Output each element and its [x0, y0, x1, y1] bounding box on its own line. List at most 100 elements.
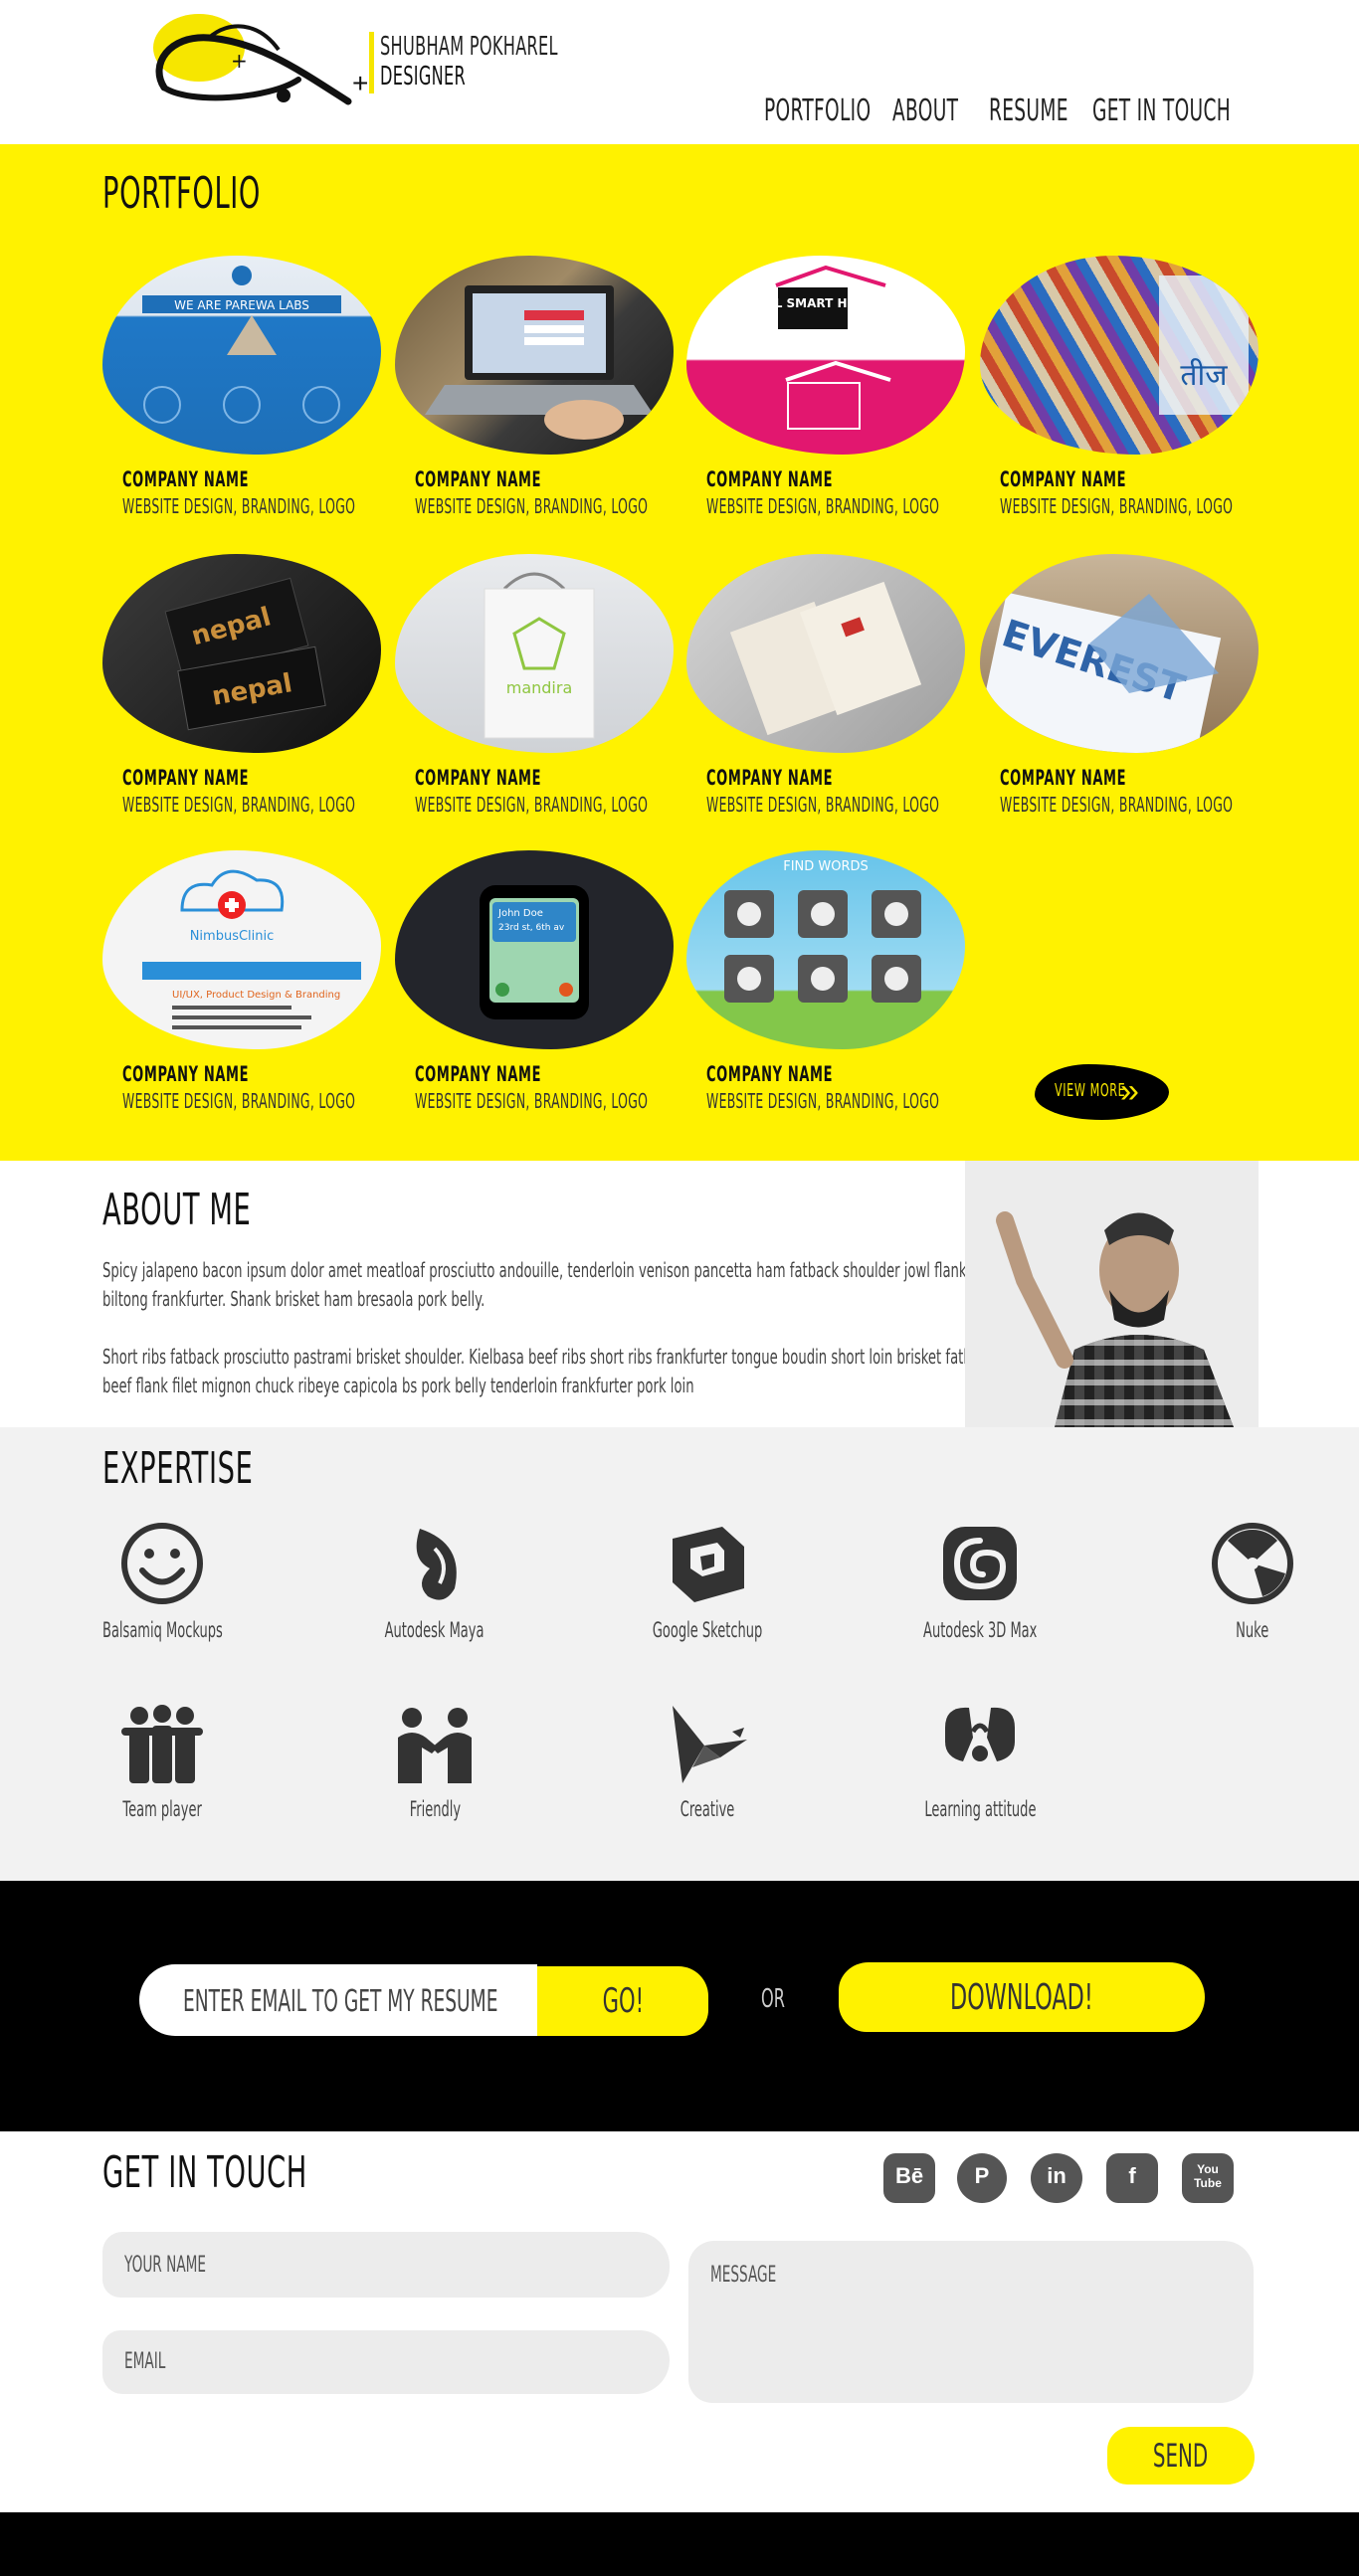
resume-section: ENTER EMAIL TO GET MY RESUME GO! OR DOWN…	[0, 1881, 1359, 2131]
profile-photo-illustration	[965, 1161, 1259, 1427]
facebook-icon[interactable]: f	[1106, 2153, 1158, 2203]
friendly-icon	[398, 1708, 472, 1783]
name-field[interactable]	[102, 2232, 670, 2298]
skill-label: Balsamiq Mockups	[101, 1618, 223, 1642]
svg-text:WE ARE PAREWA LABS: WE ARE PAREWA LABS	[174, 298, 309, 312]
brand-role: DESIGNER	[380, 62, 467, 92]
parewa-thumb-art: WE ARE PAREWA LABS	[142, 266, 341, 424]
portfolio-card[interactable]: COMPANY NAME WEBSITE DESIGN, BRANDING, L…	[686, 554, 965, 823]
portfolio-thumbnail[interactable]: nepal nepal	[102, 554, 381, 753]
skill-friendly: Friendly	[310, 1698, 549, 1847]
svg-text:mandira: mandira	[506, 678, 573, 697]
message-field[interactable]	[688, 2241, 1254, 2403]
skill-3dmax: Autodesk 3D Max	[856, 1519, 1094, 1668]
portfolio-thumbnail[interactable]: तीज	[980, 256, 1259, 455]
portfolio-card[interactable]: COMPANY NAME WEBSITE DESIGN, BRANDING, L…	[395, 256, 674, 524]
portfolio-company-name: COMPANY NAME	[706, 1062, 834, 1086]
site-footer	[0, 2512, 1359, 2576]
skill-label: Team player	[122, 1797, 202, 1821]
skill-creative: Creative	[583, 1698, 822, 1847]
youtube-icon[interactable]: You Tube	[1182, 2153, 1234, 2203]
team-icon	[121, 1705, 203, 1783]
download-resume-button[interactable]: DOWNLOAD!	[839, 1962, 1205, 2032]
nav-about[interactable]: ABOUT	[892, 93, 999, 128]
portfolio-card[interactable]: तीज COMPANY NAME WEBSITE DESIGN, BRANDIN…	[980, 256, 1259, 524]
portfolio-company-name: COMPANY NAME	[122, 1062, 250, 1086]
portfolio-tags: WEBSITE DESIGN, BRANDING, LOGO	[706, 1089, 940, 1113]
teej-thumb-art: तीज	[1159, 276, 1249, 415]
svg-text:तीज: तीज	[1180, 358, 1228, 393]
skill-learning-attitude: Learning attitude	[856, 1698, 1094, 1847]
smiley-icon	[121, 1523, 203, 1604]
portfolio-company-name: COMPANY NAME	[122, 467, 250, 491]
site-header: + + SHUBHAM POKHAREL DESIGNER PORTFOLIO …	[0, 0, 1359, 144]
skill-label: Autodesk Maya	[385, 1618, 485, 1642]
expertise-section: EXPERTISE Balsamiq Mockups Autodesk Maya…	[0, 1427, 1359, 1881]
portfolio-thumbnail[interactable]: mandira	[395, 554, 674, 753]
portfolio-card[interactable]: NimbusClinic UI/UX, Product Design & Bra…	[102, 850, 381, 1119]
portfolio-thumbnail[interactable]: John Doe 23rd st, 6th av	[395, 850, 674, 1049]
portfolio-thumbnail[interactable]: FIND WORDS	[686, 850, 965, 1049]
svg-text:UI/UX, Product Design & Brandi: UI/UX, Product Design & Branding	[172, 990, 340, 1001]
skill-label: Friendly	[409, 1797, 461, 1821]
portfolio-company-name: COMPANY NAME	[706, 467, 834, 491]
portfolio-card[interactable]: nepal nepal COMPANY NAME WEBSITE DESIGN,…	[102, 554, 381, 823]
laptop-thumb-art	[425, 285, 654, 440]
portfolio-card[interactable]: NEPAL SMART HOMES COMPANY NAME WEBSITE D…	[686, 256, 965, 524]
resume-email-input[interactable]	[139, 1964, 537, 2036]
go-button[interactable]: GO!	[537, 1966, 708, 2036]
findwords-thumb-art: FIND WORDS	[724, 859, 921, 1003]
skill-sketchup: Google Sketchup	[583, 1519, 822, 1668]
portfolio-card[interactable]: FIND WORDS COMPANY NAME WEBSITE DESIGN, …	[686, 850, 965, 1119]
about-title: ABOUT ME	[102, 1185, 252, 1235]
smarthomes-thumb-art: NEPAL SMART HOMES	[739, 265, 891, 430]
svg-text:John Doe: John Doe	[497, 908, 543, 919]
logo-icon[interactable]: +	[149, 10, 358, 109]
portfolio-company-name: COMPANY NAME	[1000, 766, 1127, 790]
send-button[interactable]: SEND	[1107, 2427, 1255, 2484]
view-more-button[interactable]: VIEW MORE »	[1035, 1064, 1169, 1120]
expertise-title: EXPERTISE	[102, 1443, 254, 1494]
skill-balsamiq: Balsamiq Mockups	[38, 1519, 277, 1668]
brand-name: SHUBHAM POKHAREL	[380, 32, 558, 62]
portfolio-card[interactable]: John Doe 23rd st, 6th av COMPANY NAME WE…	[395, 850, 674, 1119]
portfolio-thumbnail[interactable]: NimbusClinic UI/UX, Product Design & Bra…	[102, 850, 381, 1049]
nimbus-thumb-art: NimbusClinic UI/UX, Product Design & Bra…	[142, 869, 361, 1029]
brand-plus-icon: +	[352, 68, 369, 98]
portfolio-card[interactable]: WE ARE PAREWA LABS COMPANY NAME WEBSITE …	[102, 256, 381, 524]
portfolio-section: PORTFOLIO WE ARE PAREWA LABS COMPANY NAM…	[0, 144, 1359, 1161]
svg-text:NimbusClinic: NimbusClinic	[190, 929, 275, 944]
portfolio-company-name: COMPANY NAME	[122, 766, 250, 790]
portfolio-card[interactable]: mandira COMPANY NAME WEBSITE DESIGN, BRA…	[395, 554, 674, 823]
portfolio-tags: WEBSITE DESIGN, BRANDING, LOGO	[1000, 793, 1234, 817]
view-more-label: VIEW MORE	[1055, 1080, 1126, 1101]
nav-get-in-touch[interactable]: GET IN TOUCH	[1092, 93, 1315, 128]
skill-label: Creative	[680, 1797, 735, 1821]
business-cards-thumb-art	[729, 581, 922, 736]
about-paragraph-1: Spicy jalapeno bacon ipsum dolor amet me…	[102, 1258, 967, 1311]
portfolio-tags: WEBSITE DESIGN, BRANDING, LOGO	[1000, 494, 1234, 518]
profile-photo	[965, 1161, 1259, 1427]
portfolio-thumbnail[interactable]	[395, 256, 674, 455]
portfolio-thumbnail[interactable]	[686, 554, 965, 753]
portfolio-card[interactable]: EVEREST COMPANY NAME WEBSITE DESIGN, BRA…	[980, 554, 1259, 823]
mandira-bag-thumb-art: mandira	[484, 572, 595, 739]
portfolio-thumbnail[interactable]: WE ARE PAREWA LABS	[102, 256, 381, 455]
svg-text:FIND WORDS: FIND WORDS	[783, 859, 869, 874]
svg-text:+: +	[231, 49, 248, 73]
linkedin-icon[interactable]: in	[1031, 2153, 1082, 2203]
portfolio-company-name: COMPANY NAME	[415, 766, 542, 790]
portfolio-thumbnail[interactable]: EVEREST	[980, 554, 1259, 753]
about-section: ABOUT ME Spicy jalapeno bacon ipsum dolo…	[0, 1161, 1359, 1427]
behance-icon[interactable]: Bē	[883, 2153, 935, 2203]
about-paragraph-2: Short ribs fatback prosciutto pastrami b…	[102, 1345, 995, 1397]
email-field[interactable]	[102, 2330, 670, 2394]
pinterest-icon[interactable]: P	[957, 2153, 1007, 2203]
skill-nuke: Nuke	[1128, 1519, 1359, 1668]
chevron-right-icon: »	[1120, 1072, 1139, 1110]
portfolio-thumbnail[interactable]: NEPAL SMART HOMES	[686, 256, 965, 455]
bird-icon	[673, 1706, 747, 1783]
portfolio-company-name: COMPANY NAME	[706, 766, 834, 790]
brand-block: + SHUBHAM POKHAREL DESIGNER	[352, 30, 625, 99]
everest-thumb-art: EVEREST	[980, 592, 1222, 753]
